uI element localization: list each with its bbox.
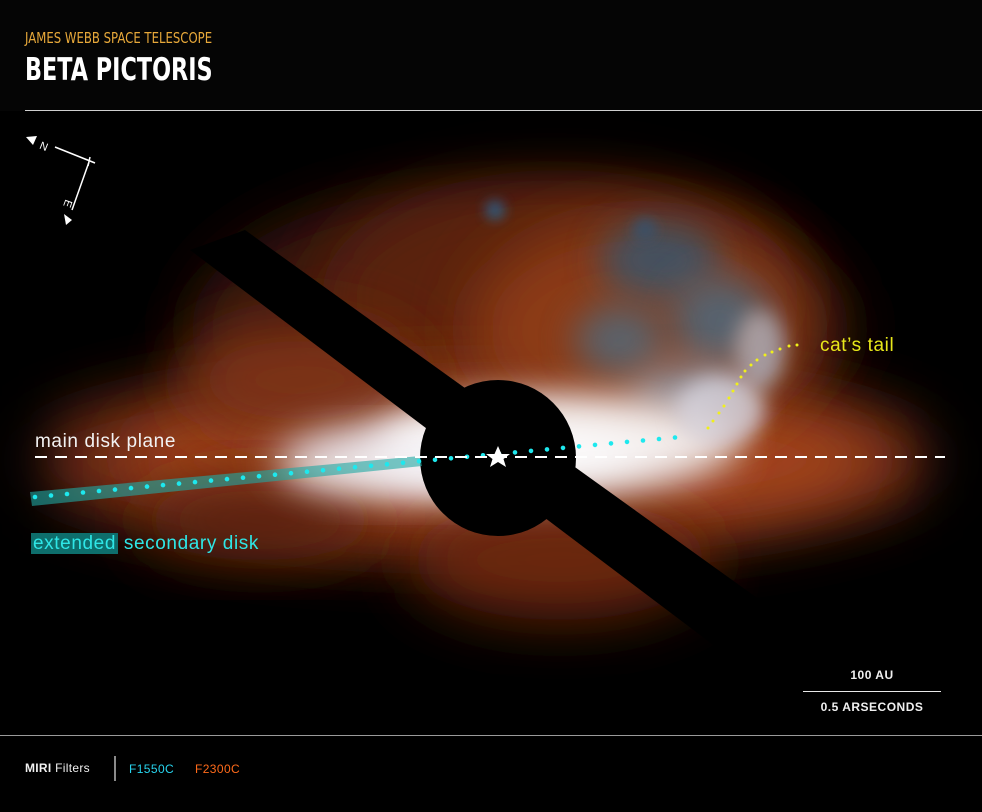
secondary-disk-dot	[176, 481, 182, 486]
secondary-disk-dot	[336, 466, 342, 472]
secondary-disk-dot	[528, 448, 534, 454]
main-disk-plane-label: main disk plane	[35, 431, 177, 452]
cats-tail-dot	[711, 419, 715, 423]
secondary-disk-dot	[400, 460, 406, 466]
cats-tail-dot	[763, 353, 767, 357]
telescope-image: N E	[0, 112, 982, 734]
secondary-disk-dot	[592, 442, 598, 448]
secondary-disk-dot	[624, 439, 630, 445]
cats-tail-dot	[735, 382, 739, 386]
secondary-disk-dot	[304, 469, 310, 475]
cats-tail-dot	[755, 358, 759, 362]
secondary-disk-dot	[160, 482, 166, 488]
cats-tail-dot	[706, 426, 710, 430]
secondary-disk-dot	[576, 444, 582, 449]
secondary-disk-dot	[272, 472, 278, 478]
secondary-disk-dot	[608, 441, 614, 446]
secondary-disk-dot	[432, 457, 438, 463]
instrument-label: MIRI Filters	[25, 761, 90, 775]
cats-tail-dot	[722, 404, 726, 408]
secondary-disk-dot	[208, 478, 214, 483]
legend-separator	[114, 756, 116, 781]
secondary-disk-dot	[672, 435, 678, 440]
cats-tail-dot	[749, 363, 753, 367]
header: JAMES WEBB SPACE TELESCOPE BETA PICTORIS	[0, 0, 982, 111]
cats-tail-dot	[739, 375, 743, 379]
secondary-disk-dot	[240, 475, 246, 481]
secondary-disk-dot	[192, 479, 198, 485]
secondary-disk-dot	[256, 473, 262, 479]
filter-f1550c: F1550C	[129, 762, 175, 776]
cats-tail-dot	[778, 347, 782, 351]
secondary-disk-dot	[368, 463, 374, 469]
cats-tail-dot	[787, 344, 791, 348]
secondary-disk-dot	[80, 490, 86, 495]
disk-image-svg: N E	[0, 112, 982, 734]
scale-bar	[803, 691, 941, 692]
secondary-disk-dot	[640, 438, 646, 443]
filter-f2300c: F2300C	[195, 762, 241, 776]
filters-word: Filters	[51, 761, 90, 775]
secondary-disk-label: extended secondary disk	[31, 533, 259, 555]
secondary-disk-dot	[320, 467, 326, 473]
instrument-name: MIRI	[25, 761, 52, 775]
secondary-disk-dot	[128, 485, 134, 491]
cats-tail-dot	[727, 396, 731, 400]
secondary-disk-dot	[384, 462, 390, 467]
page-title: BETA PICTORIS	[25, 52, 213, 88]
cats-tail-dot	[731, 389, 735, 393]
secondary-disk-dot	[560, 445, 566, 451]
secondary-disk-dot	[48, 493, 54, 498]
secondary-disk-dot	[416, 459, 422, 464]
scale-distance: 100 AU	[850, 668, 894, 682]
secondary-disk-dot	[64, 491, 70, 497]
cats-tail-dot	[717, 411, 721, 415]
secondary-disk-dot	[352, 464, 358, 470]
secondary-disk-dot	[512, 450, 518, 455]
compass-east-label: E	[60, 198, 74, 209]
secondary-highlight: extended	[31, 533, 118, 554]
scale-angle: 0.5 ARSECONDS	[820, 700, 924, 714]
secondary-disk-dot	[656, 436, 662, 442]
secondary-disk-dot	[544, 447, 550, 452]
secondary-disk-dot	[96, 488, 102, 494]
secondary-disk-dot	[32, 494, 38, 500]
secondary-rest: secondary disk	[117, 533, 259, 554]
cats-tail-dot	[770, 350, 774, 354]
footer: MIRI Filters F1550C F2300C	[0, 736, 982, 812]
secondary-disk-dot	[112, 487, 118, 492]
cats-tail-dot	[795, 343, 799, 347]
header-divider	[25, 110, 982, 111]
cats-tail-label: cat’s tail	[820, 335, 895, 356]
cats-tail-dot	[743, 369, 747, 373]
secondary-disk-dot	[288, 470, 294, 476]
secondary-disk-dot	[448, 456, 454, 461]
secondary-disk-dot	[224, 476, 230, 482]
telescope-subtitle: JAMES WEBB SPACE TELESCOPE	[25, 29, 213, 47]
secondary-disk-dot	[144, 484, 150, 489]
